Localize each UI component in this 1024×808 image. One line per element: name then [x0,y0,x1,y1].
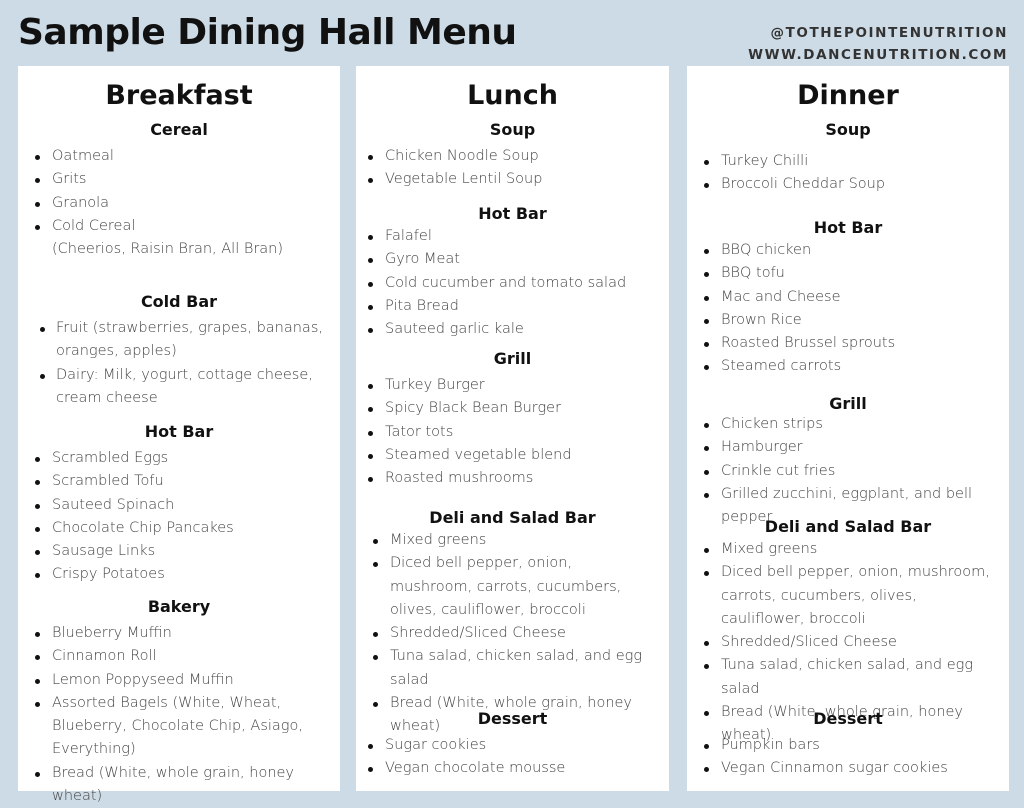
list-item: Vegan Cinnamon sugar cookies [687,757,1009,780]
menu-section: Soup Chicken Noodle Soup Vegetable Lenti… [356,120,669,192]
list-item: Diced bell pepper, onion, mushroom, carr… [356,552,669,622]
list-item: Turkey Burger [356,374,669,397]
list-item: Chicken strips [687,413,1009,436]
meal-heading: Breakfast [105,80,253,111]
list-item: Scrambled Tofu [18,470,340,493]
social-handle: @TOTHEPOINTENUTRITION [770,25,1008,41]
list-item: Mixed greens [687,538,1009,561]
list-item: Assorted Bagels (White, Wheat, Blueberry… [18,692,340,762]
section-title: Cold Bar [140,292,218,311]
list-item: Falafel [356,225,669,248]
list-item: BBQ chicken [687,239,1009,262]
section-title: Soup [489,120,536,139]
list-item: Steamed carrots [687,355,1009,378]
menu-section: Cereal Oatmeal Grits Granola Cold Cereal… [18,120,340,261]
list-item: Sausage Links [18,540,340,563]
lunch-column: Lunch Soup Chicken Noodle Soup Vegetable… [356,66,669,791]
list-item: Tuna salad, chicken salad, and egg salad [687,654,1009,701]
list-item: Sugar cookies [356,734,669,757]
list-item: Gyro Meat [356,248,669,271]
list-item: Scrambled Eggs [18,447,340,470]
section-title: Soup [825,120,871,139]
list-item: Cold cucumber and tomato salad [356,272,669,295]
section-title: Dessert [477,709,548,728]
list-item: Mixed greens [356,529,669,552]
list-item: Bread (White, whole grain, honey wheat) [18,762,340,808]
menu-section: Deli and Salad Bar Mixed greens Diced be… [356,508,669,739]
section-title: Grill [829,394,867,413]
meal-heading: Lunch [467,80,558,111]
menu-section: Grill Chicken strips Hamburger Crinkle c… [687,394,1009,529]
section-title: Hot Bar [144,422,214,441]
list-item: Steamed vegetable blend [356,444,669,467]
section-title: Hot Bar [813,218,883,237]
section-title: Cereal [150,120,208,139]
page-title: Sample Dining Hall Menu [18,12,517,53]
list-item: Chicken Noodle Soup [356,145,669,168]
menu-section: Cold Bar Fruit (strawberries, grapes, ba… [18,292,340,410]
section-title: Dessert [813,709,883,728]
list-item: Brown Rice [687,309,1009,332]
list-item: Sauteed garlic kale [356,318,669,341]
section-title: Deli and Salad Bar [429,508,596,527]
meal-heading: Dinner [797,80,899,111]
list-item: Lemon Poppyseed Muffin [18,669,340,692]
list-item: Hamburger [687,436,1009,459]
list-item: Diced bell pepper, onion, mushroom, carr… [687,561,1009,631]
list-item: Broccoli Cheddar Soup [687,173,1009,196]
menu-section: Soup Turkey Chilli Broccoli Cheddar Soup [687,120,1009,197]
list-item: Crinkle cut fries [687,460,1009,483]
list-item: Roasted mushrooms [356,467,669,490]
dinner-column: Dinner Soup Turkey Chilli Broccoli Chedd… [687,66,1009,791]
breakfast-column: Breakfast Cereal Oatmeal Grits Granola C… [18,66,340,804]
list-item: Oatmeal [18,145,340,168]
list-item: Turkey Chilli [687,150,1009,173]
section-title: Bakery [147,597,211,616]
list-item: BBQ tofu [687,262,1009,285]
menu-section: Dessert Pumpkin bars Vegan Cinnamon suga… [687,709,1009,781]
list-item: Spicy Black Bean Burger [356,397,669,420]
list-item: Granola [18,192,340,215]
list-item: Cinnamon Roll [18,645,340,668]
section-title: Grill [493,349,532,368]
list-item: Fruit (strawberries, grapes, bananas, or… [18,317,340,364]
list-item: Chocolate Chip Pancakes [18,517,340,540]
list-item: Cold Cereal [18,215,340,238]
list-item-note: (Cheerios, Raisin Bran, All Bran) [52,241,284,258]
menu-section: Hot Bar BBQ chicken BBQ tofu Mac and Che… [687,218,1009,379]
section-title: Hot Bar [478,204,547,223]
menu-section: Hot Bar Falafel Gyro Meat Cold cucumber … [356,204,669,341]
menu-section: Dessert Sugar cookies Vegan chocolate mo… [356,709,669,781]
list-item: Dairy: Milk, yogurt, cottage cheese, cre… [18,364,340,411]
list-item: Vegan chocolate mousse [356,757,669,780]
list-item: Pumpkin bars [687,734,1009,757]
list-item: Shredded/Sliced Cheese [356,622,669,645]
list-item: Pita Bread [356,295,669,318]
list-item: Grits [18,168,340,191]
list-item: Vegetable Lentil Soup [356,168,669,191]
list-item: Sauteed Spinach [18,494,340,517]
section-title: Deli and Salad Bar [764,517,932,536]
list-item: Roasted Brussel sprouts [687,332,1009,355]
list-item: Blueberry Muffin [18,622,340,645]
list-item: Tuna salad, chicken salad, and egg salad [356,645,669,692]
menu-section: Bakery Blueberry Muffin Cinnamon Roll Le… [18,597,340,808]
list-item: Crispy Potatoes [18,563,340,586]
menu-section: Hot Bar Scrambled Eggs Scrambled Tofu Sa… [18,422,340,587]
list-item: Mac and Cheese [687,286,1009,309]
list-item: Shredded/Sliced Cheese [687,631,1009,654]
list-item: Tator tots [356,421,669,444]
credits: @TOTHEPOINTENUTRITION WWW.DANCENUTRITION… [748,22,1008,66]
menu-section: Grill Turkey Burger Spicy Black Bean Bur… [356,349,669,490]
website-link[interactable]: WWW.DANCENUTRITION.COM [748,44,1008,66]
